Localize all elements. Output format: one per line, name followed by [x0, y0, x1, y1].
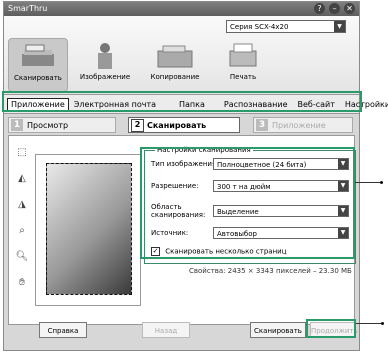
- close-icon[interactable]: ✕: [344, 3, 355, 14]
- step-scan[interactable]: 2 Сканировать: [128, 117, 240, 133]
- back-button: Назад: [142, 322, 190, 338]
- step-label: Приложение: [272, 121, 326, 130]
- header: Серия SCX-4x20 ▼ Сканировать Изображение: [4, 16, 359, 94]
- step-number: 2: [131, 119, 144, 132]
- flip-vertical-icon[interactable]: ◮: [15, 198, 29, 212]
- preview-toolbar: ⬚ ◭ ◮ ⌕ 🔍︎ ✋︎: [15, 146, 31, 302]
- window-title: SmarThru: [8, 4, 48, 13]
- scanned-image[interactable]: [46, 163, 132, 295]
- mode-copy-label: Копирование: [150, 73, 200, 81]
- zoom-out-icon[interactable]: ⌕: [15, 224, 29, 238]
- chevron-down-icon: ▼: [334, 21, 345, 32]
- image-properties: Свойства: 2435 × 3343 пикселей – 23.30 М…: [189, 267, 352, 275]
- copier-icon: [157, 45, 193, 68]
- select-area-icon[interactable]: ⬚: [15, 146, 29, 160]
- mode-print-label: Печать: [229, 73, 257, 81]
- wizard-steps: 1 Просмотр 2 Сканировать 3 Приложение: [8, 117, 355, 135]
- mode-image-button[interactable]: Изображение: [76, 38, 134, 90]
- scan-button[interactable]: Сканировать: [250, 322, 306, 338]
- next-callout: [306, 319, 356, 338]
- step-number: 1: [11, 119, 23, 131]
- title-bar: SmarThru ? – ✕: [4, 2, 359, 16]
- step-number: 3: [256, 119, 268, 131]
- mode-print-button[interactable]: Печать: [214, 38, 272, 90]
- flip-horizontal-icon[interactable]: ◭: [15, 172, 29, 186]
- series-value: Серия SCX-4x20: [230, 23, 289, 31]
- printer-icon: [229, 43, 257, 67]
- help-button[interactable]: Справка: [39, 322, 87, 338]
- series-select[interactable]: Серия SCX-4x20 ▼: [226, 20, 346, 33]
- step-application: 3 Приложение: [253, 117, 353, 133]
- mode-scan-label: Сканировать: [14, 74, 62, 82]
- settings-callout: [140, 147, 355, 259]
- mode-copy-button[interactable]: Копирование: [146, 38, 204, 90]
- step-preview[interactable]: 1 Просмотр: [8, 117, 116, 133]
- scanner-icon: [22, 44, 54, 66]
- settings-leader-line: [355, 182, 383, 183]
- step-label: Сканировать: [147, 121, 207, 130]
- help-icon[interactable]: ?: [314, 3, 325, 14]
- mode-scan-button[interactable]: Сканировать: [8, 38, 68, 92]
- next-leader-dot: [381, 322, 384, 325]
- next-leader-line: [356, 323, 384, 324]
- settings-leader-dot: [380, 181, 383, 184]
- preview-area[interactable]: [35, 154, 141, 306]
- tabs-callout: [2, 91, 362, 112]
- mode-image-label: Изображение: [79, 73, 131, 81]
- step-label: Просмотр: [27, 121, 69, 130]
- hand-pan-icon[interactable]: ✋︎: [15, 276, 29, 290]
- zoom-in-icon[interactable]: 🔍︎: [15, 250, 29, 264]
- minimize-icon[interactable]: –: [329, 3, 340, 14]
- image-icon: [98, 43, 112, 69]
